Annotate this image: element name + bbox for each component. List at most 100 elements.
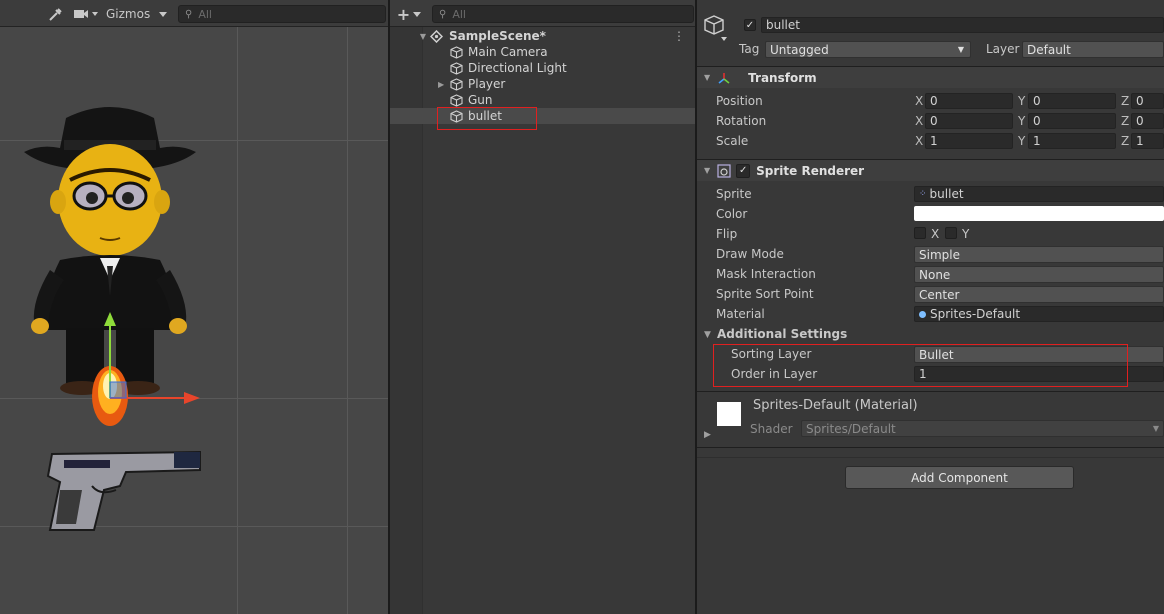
hierarchy-panel: + ⚲ All ▼ SampleScene* ⋮ Main Camera Dir… (390, 0, 695, 614)
shader-dropdown[interactable]: Sprites/Default ▼ (801, 420, 1164, 437)
sprite-renderer-enabled-checkbox[interactable]: ✓ (736, 163, 751, 178)
value: 0 (1136, 114, 1144, 128)
more-options-icon[interactable]: ⋮ (673, 29, 685, 43)
axis-x-label: X (915, 134, 924, 148)
flip-x-label: X (931, 227, 940, 241)
rotation-y-field[interactable]: 0 (1028, 113, 1116, 129)
color-label: Color (716, 207, 748, 221)
material-label: Material (716, 307, 765, 321)
hierarchy-item[interactable]: ▶ Player (390, 76, 695, 92)
hierarchy-item-label: Main Camera (468, 45, 548, 59)
camera-icon[interactable] (72, 6, 100, 22)
sprite-renderer-header[interactable]: ▼ ✓ Sprite Renderer (697, 159, 1164, 181)
material-object-field[interactable]: Sprites-Default (914, 306, 1164, 322)
search-placeholder: All (452, 7, 466, 21)
create-add-button[interactable]: + (396, 4, 422, 24)
foldout-expanded-icon[interactable]: ▼ (704, 330, 711, 340)
foldout-expanded-icon: ▼ (419, 31, 426, 41)
move-tool-gizmo[interactable] (100, 308, 204, 406)
axis-y-label: Y (1018, 134, 1026, 148)
axis-x-label: X (915, 114, 924, 128)
flip-x-checkbox[interactable] (914, 227, 926, 239)
layer-label: Layer (986, 42, 1020, 56)
position-y-field[interactable]: 0 (1028, 93, 1116, 109)
gameobject-cube-icon (704, 15, 727, 41)
foldout-expanded-icon: ▼ (704, 73, 711, 82)
highlight-box (713, 344, 1128, 387)
sprite-renderer-icon (717, 163, 731, 178)
value: 0 (1136, 94, 1144, 108)
active-checkbox[interactable]: ✓ (744, 19, 756, 31)
rotation-label: Rotation (716, 114, 767, 128)
axis-z-label: Z (1121, 94, 1130, 108)
rotation-z-field[interactable]: 0 (1131, 113, 1164, 129)
additional-settings-title[interactable]: Additional Settings (717, 327, 847, 341)
transform-axes-icon (718, 72, 730, 84)
scene-root-row[interactable]: ▼ SampleScene* ⋮ (390, 28, 695, 44)
color-swatch[interactable] (914, 206, 1164, 221)
hierarchy-item[interactable]: Gun (390, 92, 695, 108)
draw-mode-dropdown[interactable]: Simple (914, 246, 1164, 263)
sprite-sort-point-value: Center (919, 287, 960, 302)
tag-dropdown[interactable]: Untagged ▼ (765, 41, 971, 58)
scale-x-field[interactable]: 1 (925, 133, 1013, 149)
gizmos-dropdown[interactable]: Gizmos (106, 6, 170, 22)
value: 1 (1136, 134, 1144, 148)
chevron-down-icon: ▼ (957, 45, 964, 54)
sprite-asset-icon: ⁘ (919, 189, 927, 199)
position-z-field[interactable]: 0 (1131, 93, 1164, 109)
tools-icon[interactable] (48, 6, 62, 22)
scene-toolbar: Gizmos ⚲ All (0, 0, 388, 27)
hierarchy-item-label: Directional Light (468, 61, 567, 75)
material-value: Sprites-Default (930, 307, 1021, 321)
scene-view[interactable]: Gizmos ⚲ All (0, 0, 388, 614)
hierarchy-item[interactable]: Main Camera (390, 44, 695, 60)
tag-value: Untagged (770, 42, 829, 57)
sprite-object-field[interactable]: ⁘ bullet (914, 186, 1164, 202)
transform-header[interactable]: ▼ Transform (697, 66, 1164, 88)
plus-icon: + (396, 4, 411, 24)
scale-label: Scale (716, 134, 749, 148)
sprite-value: bullet (929, 187, 964, 201)
scene-name: SampleScene* (449, 29, 546, 43)
mask-interaction-dropdown[interactable]: None (914, 266, 1164, 283)
value: 0 (1033, 94, 1041, 108)
sprite-label: Sprite (716, 187, 752, 201)
foldout-collapsed-icon[interactable]: ▶ (438, 80, 450, 89)
search-placeholder: All (198, 7, 212, 21)
foldout-collapsed-icon[interactable]: ▶ (704, 430, 711, 440)
hierarchy-item[interactable]: Directional Light (390, 60, 695, 76)
axis-z-label: Z (1121, 114, 1130, 128)
axis-y-label: Y (1018, 114, 1026, 128)
hierarchy-item-label: Player (468, 77, 506, 91)
flip-y-checkbox[interactable] (945, 227, 957, 239)
search-icon: ⚲ (439, 8, 447, 20)
gizmos-label: Gizmos (106, 7, 151, 21)
position-x-field[interactable]: 0 (925, 93, 1013, 109)
axis-z-label: Z (1121, 134, 1130, 148)
sprite-sort-point-dropdown[interactable]: Center (914, 286, 1164, 303)
highlight-box (437, 107, 537, 130)
gameobject-cube-icon (450, 77, 463, 91)
add-component-label: Add Component (911, 470, 1008, 485)
unity-scene-icon (430, 29, 443, 43)
hierarchy-search-input[interactable]: ⚲ All (432, 5, 694, 23)
hierarchy-item-selected[interactable]: bullet (390, 108, 695, 124)
chevron-down-icon (159, 12, 168, 17)
axis-x-label: X (915, 94, 924, 108)
gameobject-cube-icon (450, 45, 463, 59)
object-name-text: bullet (766, 18, 800, 32)
add-component-button[interactable]: Add Component (845, 466, 1074, 489)
gameobject-cube-icon (450, 93, 463, 107)
scale-y-field[interactable]: 1 (1028, 133, 1116, 149)
sprite-sort-point-label: Sprite Sort Point (716, 287, 814, 301)
layer-dropdown[interactable]: Default (1022, 41, 1164, 58)
scene-search-input[interactable]: ⚲ All (178, 5, 386, 23)
shader-value: Sprites/Default (806, 421, 896, 436)
rotation-x-field[interactable]: 0 (925, 113, 1013, 129)
gun-sprite[interactable] (46, 446, 204, 536)
axis-y-label: Y (1018, 94, 1026, 108)
object-name-field[interactable]: bullet (761, 17, 1164, 33)
scale-z-field[interactable]: 1 (1131, 133, 1164, 149)
material-preview-swatch (717, 402, 741, 426)
